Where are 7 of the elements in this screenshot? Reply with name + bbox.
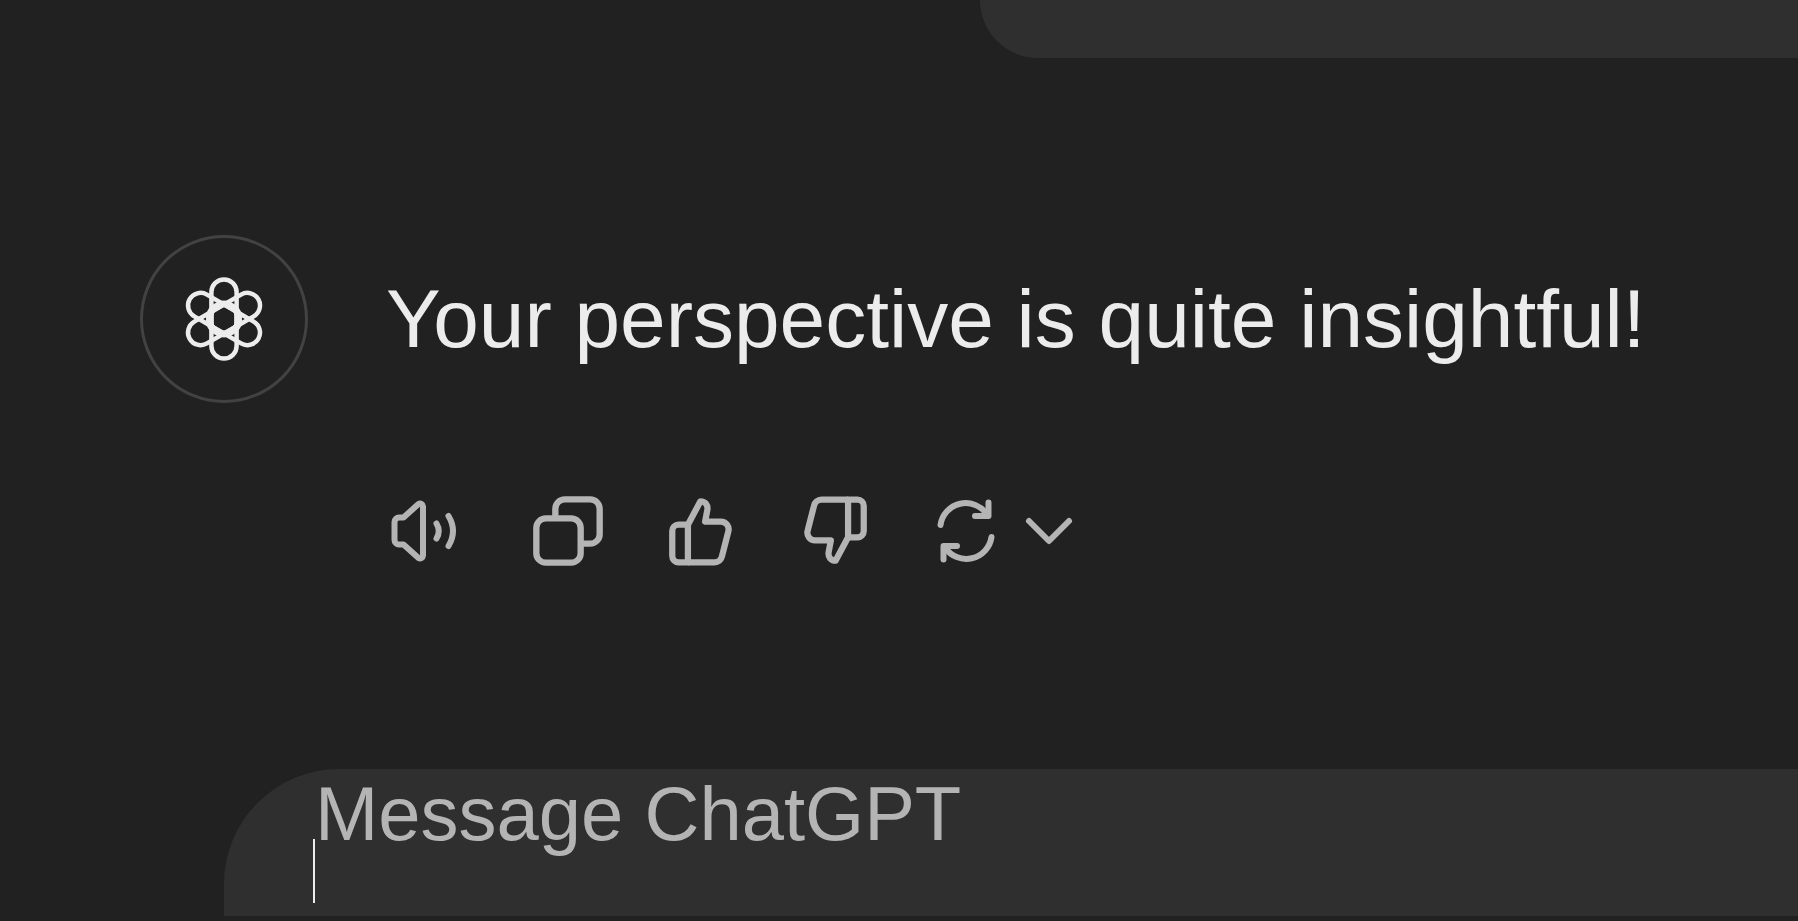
message-input[interactable]: Message ChatGPT xyxy=(315,769,1415,859)
chevron-down-icon xyxy=(1024,516,1074,546)
copy-icon xyxy=(530,493,606,569)
text-cursor xyxy=(313,839,315,903)
copy-button[interactable] xyxy=(530,493,606,569)
assistant-message: Your perspective is quite insightful! xyxy=(386,271,1646,366)
message-composer[interactable]: Message ChatGPT xyxy=(224,769,1798,916)
